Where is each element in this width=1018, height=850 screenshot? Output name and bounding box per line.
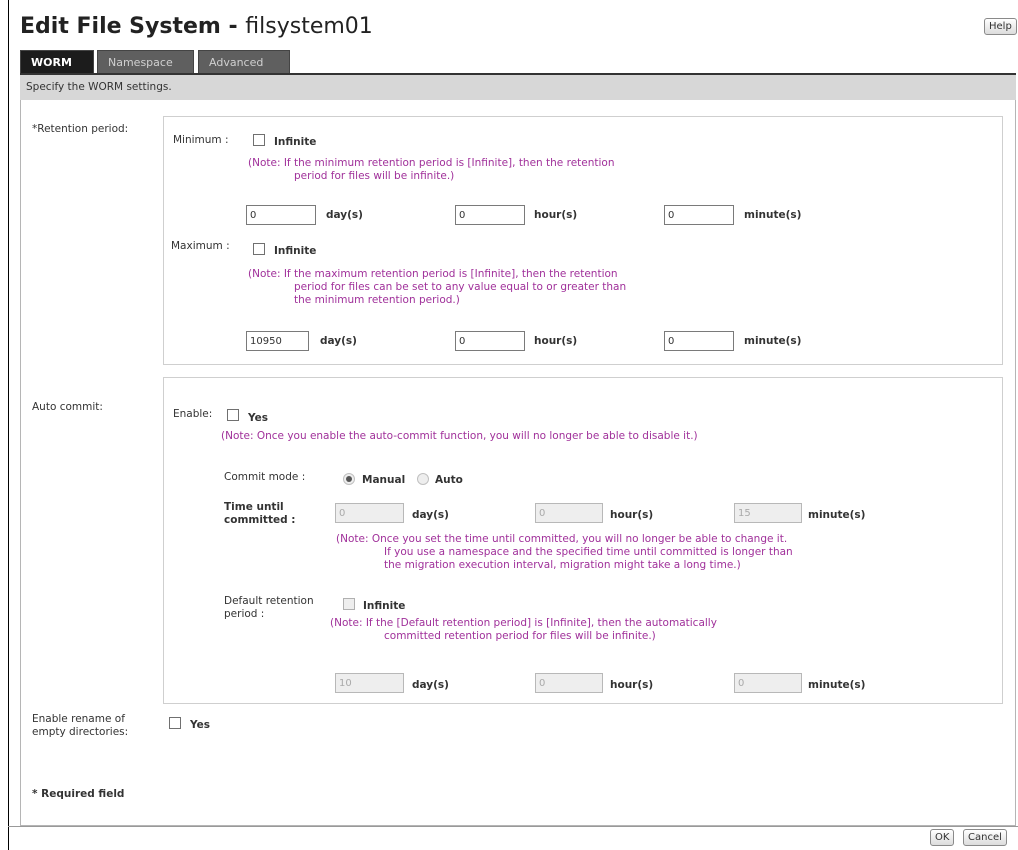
minimum-hours-input[interactable] (455, 205, 525, 225)
rename-empty-dirs-label-line1: Enable rename of (32, 713, 125, 725)
maximum-minutes-unit: minute(s) (744, 335, 802, 347)
commit-mode-manual-label: Manual (362, 474, 406, 486)
page-title-main: Edit File System (20, 14, 221, 39)
minimum-infinite-checkbox[interactable] (253, 134, 265, 146)
commit-mode-auto-label: Auto (435, 474, 463, 486)
time-until-minutes-unit: minute(s) (808, 509, 866, 521)
auto-commit-label: Auto commit: (32, 401, 103, 413)
rename-empty-dirs-checkbox[interactable] (169, 717, 181, 729)
maximum-infinite-label: Infinite (274, 245, 317, 257)
auto-commit-enable-checkbox[interactable] (227, 409, 239, 421)
auto-commit-enable-label: Enable: (173, 408, 213, 420)
page-title-filesystem-name: filsystem01 (245, 14, 373, 39)
rename-empty-dirs-yes-label: Yes (190, 719, 211, 731)
time-until-label-line2: committed : (224, 514, 296, 526)
tab-namespace[interactable]: Namespace (97, 50, 194, 74)
minimum-days-input[interactable] (246, 205, 316, 225)
default-retention-minutes-input[interactable] (734, 673, 802, 693)
default-retention-minutes-unit: minute(s) (808, 679, 866, 691)
ok-button[interactable]: OK (930, 829, 955, 846)
minimum-label: Minimum : (173, 134, 229, 146)
footer-divider (8, 826, 1018, 827)
default-retention-note-line1: (Note: If the [Default retention period]… (330, 617, 717, 629)
time-until-days-input[interactable] (335, 503, 404, 523)
tab-advanced[interactable]: Advanced (198, 50, 290, 74)
time-until-note-line1: (Note: Once you set the time until commi… (336, 533, 788, 545)
minimum-note-line1: (Note: If the minimum retention period i… (248, 157, 615, 169)
minimum-infinite-label: Infinite (274, 136, 317, 148)
maximum-days-unit: day(s) (320, 335, 357, 347)
page-title-separator: - (220, 14, 246, 39)
page-title: Edit File System - filsystem01 (20, 14, 373, 39)
help-button[interactable]: Help (984, 18, 1017, 35)
tab-worm[interactable]: WORM (20, 50, 94, 74)
default-retention-infinite-checkbox[interactable] (343, 598, 355, 610)
retention-period-section (163, 116, 1003, 365)
auto-commit-yes-label: Yes (248, 412, 269, 424)
panel-description: Specify the WORM settings. (20, 75, 1016, 100)
maximum-infinite-checkbox[interactable] (253, 243, 265, 255)
rename-empty-dirs-label-line2: empty directories: (32, 726, 129, 738)
cancel-button[interactable]: Cancel (963, 829, 1007, 846)
default-retention-days-unit: day(s) (412, 679, 449, 691)
time-until-note-line3: the migration execution interval, migrat… (384, 559, 741, 571)
maximum-hours-unit: hour(s) (534, 335, 578, 347)
maximum-minutes-input[interactable] (664, 331, 734, 351)
time-until-hours-unit: hour(s) (610, 509, 654, 521)
maximum-note-line3: the minimum retention period.) (294, 294, 460, 306)
window-left-edge (8, 0, 9, 850)
default-retention-infinite-label: Infinite (363, 600, 406, 612)
default-retention-label-line1: Default retention (224, 595, 314, 607)
maximum-label: Maximum : (171, 240, 230, 252)
default-retention-hours-input[interactable] (535, 673, 603, 693)
maximum-hours-input[interactable] (455, 331, 525, 351)
time-until-days-unit: day(s) (412, 509, 449, 521)
default-retention-note-line2: committed retention period for files wil… (384, 630, 656, 642)
time-until-minutes-input[interactable] (734, 503, 802, 523)
commit-mode-label: Commit mode : (224, 471, 306, 483)
required-field-note: * Required field (32, 788, 125, 800)
minimum-hours-unit: hour(s) (534, 209, 578, 221)
minimum-minutes-input[interactable] (664, 205, 734, 225)
time-until-note-line2: If you use a namespace and the specified… (384, 546, 793, 558)
maximum-days-input[interactable] (246, 331, 309, 351)
default-retention-hours-unit: hour(s) (610, 679, 654, 691)
time-until-hours-input[interactable] (535, 503, 603, 523)
auto-commit-enable-note: (Note: Once you enable the auto-commit f… (221, 430, 698, 442)
minimum-days-unit: day(s) (326, 209, 363, 221)
maximum-note-line2: period for files can be set to any value… (294, 281, 627, 293)
default-retention-days-input[interactable] (335, 673, 404, 693)
retention-period-label: *Retention period: (32, 123, 129, 135)
minimum-minutes-unit: minute(s) (744, 209, 802, 221)
time-until-label-line1: Time until (224, 501, 284, 513)
maximum-note-line1: (Note: If the maximum retention period i… (248, 268, 618, 280)
commit-mode-auto-radio[interactable] (417, 473, 429, 485)
minimum-note-line2: period for files will be infinite.) (294, 170, 455, 182)
commit-mode-manual-radio[interactable] (343, 473, 355, 485)
default-retention-label-line2: period : (224, 608, 265, 620)
